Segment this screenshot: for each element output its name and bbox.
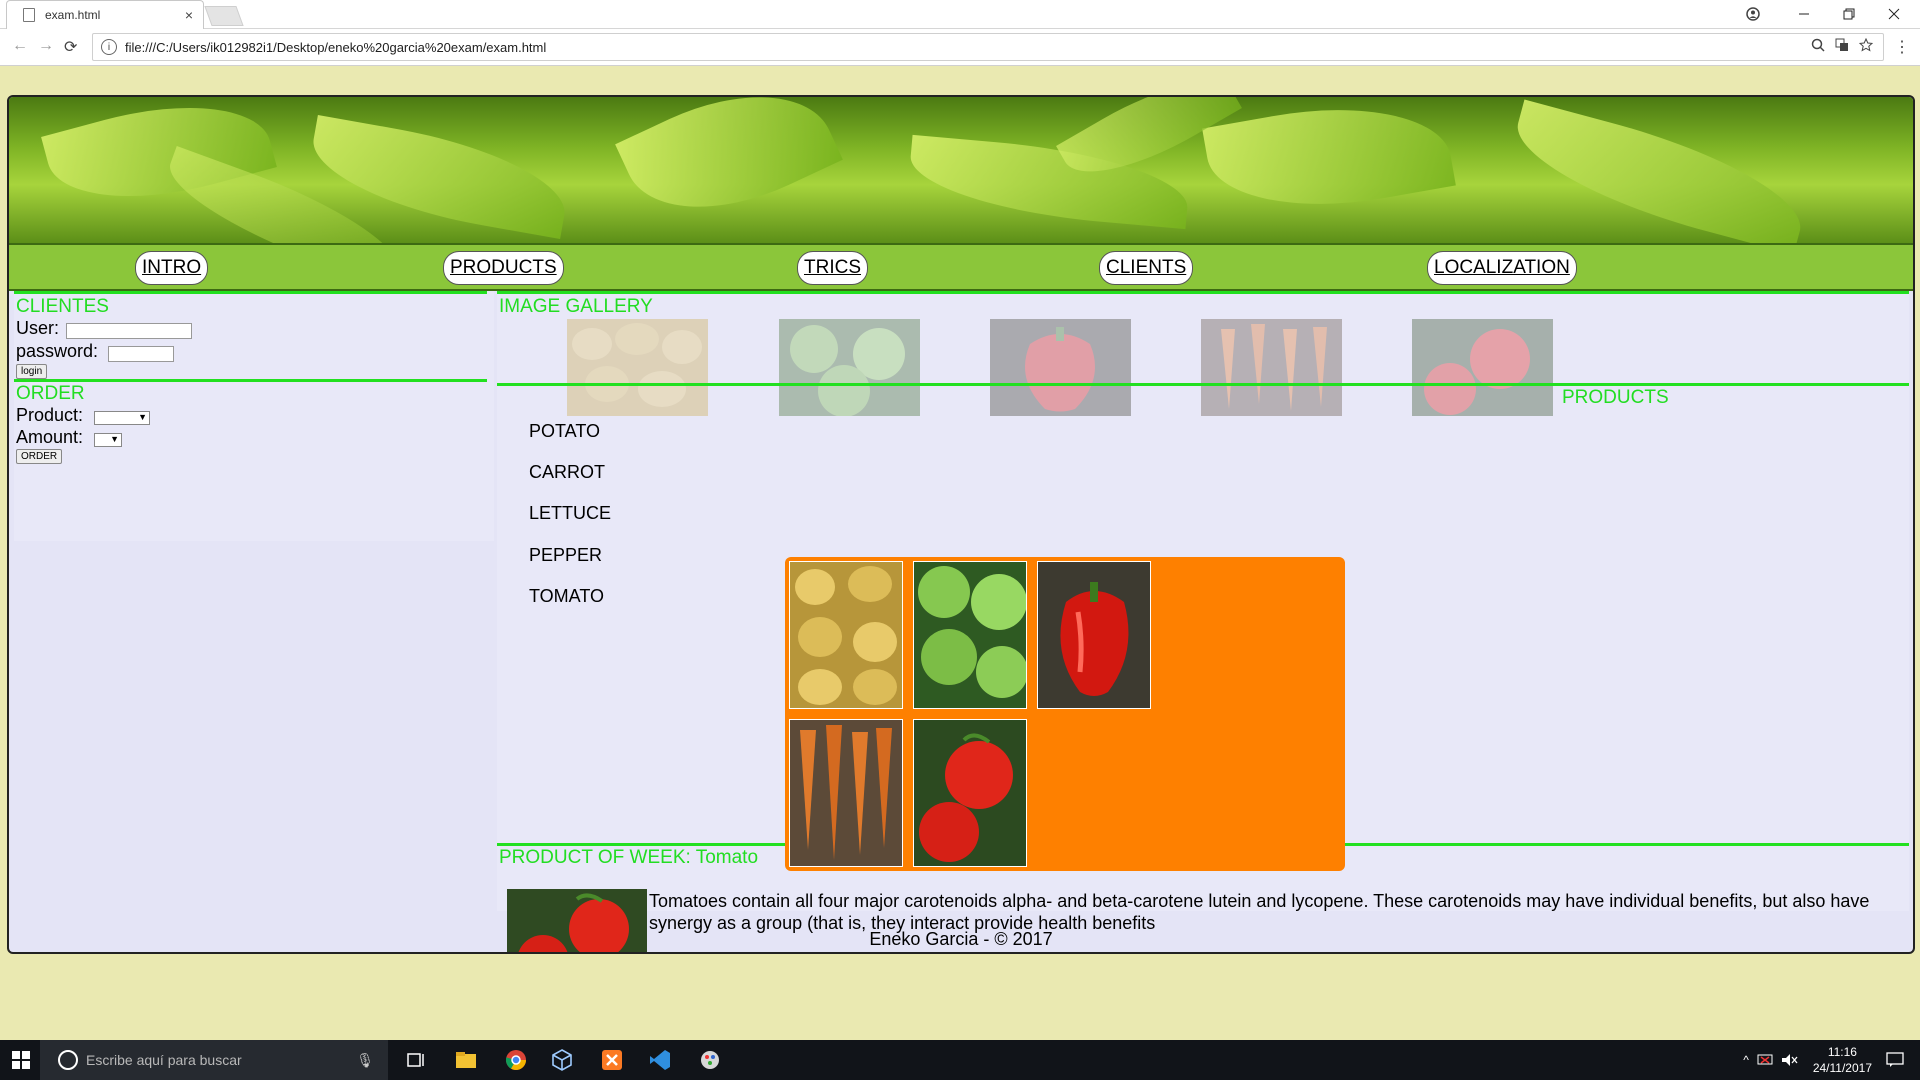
amount-select[interactable]: ▼ (94, 433, 122, 447)
divider (14, 291, 487, 294)
product-description: Tomatoes contain all four major caroteno… (649, 891, 1870, 933)
reload-icon[interactable]: ⟳ (64, 37, 77, 57)
taskbar-clock[interactable]: 11:16 24/11/2017 (1813, 1044, 1872, 1076)
footer-text: Eneko Garcia - © 2017 (869, 929, 1053, 949)
cortana-icon (58, 1050, 78, 1070)
sidebar: CLIENTES User: password: login ORDER Pro… (14, 291, 494, 541)
gallery-potato-image[interactable] (567, 319, 708, 416)
order-heading: ORDER (16, 383, 85, 404)
taskbar-search[interactable]: Escribe aquí para buscar 🎙 (40, 1040, 388, 1080)
divider (497, 383, 1909, 386)
gallery-lettuce-image[interactable] (779, 319, 920, 416)
nav-clients[interactable]: CLIENTS (1099, 251, 1194, 285)
xampp-icon[interactable] (600, 1048, 624, 1072)
translate-icon[interactable] (1835, 38, 1849, 52)
tab-close-icon[interactable]: × (185, 7, 193, 23)
gallery-pepper-image[interactable] (990, 319, 1131, 416)
windows-taskbar: Escribe aquí para buscar 🎙 ^ 11:16 24/11… (0, 1040, 1920, 1080)
chrome-icon[interactable] (504, 1048, 528, 1072)
clientes-heading: CLIENTES (16, 296, 109, 317)
file-explorer-icon[interactable] (454, 1048, 478, 1072)
vscode-icon[interactable] (648, 1048, 672, 1072)
clock-date: 24/11/2017 (1812, 1061, 1872, 1075)
amount-label: Amount: (16, 427, 84, 447)
3d-box-icon[interactable] (550, 1048, 574, 1072)
user-label: User: (16, 318, 60, 338)
gallery-carrot-image[interactable] (1201, 319, 1342, 416)
gallery-heading: IMAGE GALLERY (499, 296, 653, 317)
potato-photo[interactable] (789, 561, 903, 709)
order-button[interactable]: ORDER (16, 449, 63, 464)
window-close-icon[interactable] (1888, 0, 1900, 28)
product-item-carrot[interactable]: CARROT (529, 462, 605, 483)
product-label: Product: (16, 405, 84, 425)
tray-up-arrow-icon[interactable]: ^ (1743, 1053, 1749, 1067)
tab-title: exam.html (45, 8, 101, 22)
search-placeholder: Escribe aquí para buscar (86, 1052, 242, 1068)
products-heading: PRODUCTS (1562, 387, 1669, 408)
page-container: INTRO PRODUCTS TRICS CLIENTS LOCALIZATIO… (7, 95, 1915, 954)
product-item-tomato[interactable]: TOMATO (529, 586, 604, 607)
back-icon[interactable]: ← (12, 37, 28, 55)
browser-tab[interactable]: exam.html × (6, 0, 204, 29)
product-item-lettuce[interactable]: LETTUCE (529, 503, 611, 524)
product-select[interactable]: ▼ (94, 411, 150, 425)
gallery-tomato-image[interactable] (1412, 319, 1553, 416)
browser-tab-bar: exam.html × (0, 0, 1920, 29)
forward-icon[interactable]: → (38, 37, 54, 55)
restore-icon[interactable] (1843, 0, 1855, 28)
url-text: file:///C:/Users/ik012982i1/Desktop/enek… (125, 39, 547, 55)
leaf-banner-image (9, 97, 1913, 243)
url-input[interactable]: i file:///C:/Users/ik012982i1/Desktop/en… (92, 33, 1884, 61)
product-of-week-heading: PRODUCT OF WEEK: Tomato (499, 847, 759, 868)
clock-time: 11:16 (1827, 1045, 1857, 1059)
login-button[interactable]: login (16, 364, 48, 379)
info-icon[interactable]: i (101, 39, 117, 55)
file-icon (23, 8, 35, 22)
new-tab-button[interactable] (204, 6, 244, 26)
carrot-photo[interactable] (789, 719, 903, 867)
pepper-photo[interactable] (1037, 561, 1151, 709)
nav-trics[interactable]: TRICS (797, 251, 868, 285)
nav-intro[interactable]: INTRO (135, 251, 209, 285)
system-tray: ^ 11:16 24/11/2017 (1735, 1040, 1920, 1080)
password-input[interactable] (108, 346, 174, 362)
microphone-icon[interactable]: 🎙 (356, 1052, 374, 1069)
product-item-pepper[interactable]: PEPPER (529, 545, 602, 566)
product-photo-panel (785, 557, 1345, 871)
task-view-icon[interactable] (404, 1048, 428, 1072)
product-item-potato[interactable]: POTATO (529, 421, 600, 442)
bookmark-star-icon[interactable] (1859, 38, 1873, 52)
nav-products[interactable]: PRODUCTS (443, 251, 564, 285)
paint-app-icon[interactable] (698, 1048, 722, 1072)
account-icon[interactable] (1746, 0, 1760, 28)
minimize-icon[interactable] (1798, 0, 1810, 28)
divider (497, 291, 1909, 294)
main-nav: INTRO PRODUCTS TRICS CLIENTS LOCALIZATIO… (9, 243, 1913, 291)
tomato-photo[interactable] (913, 719, 1027, 867)
lettuce-photo[interactable] (913, 561, 1027, 709)
address-bar: ← → ⟳ i file:///C:/Users/ik012982i1/Desk… (0, 29, 1920, 66)
windows-start-icon[interactable] (12, 1051, 30, 1069)
user-input[interactable] (66, 323, 192, 339)
password-label: password: (16, 341, 99, 361)
nav-localization[interactable]: LOCALIZATION (1427, 251, 1577, 285)
network-icon[interactable] (1757, 1053, 1773, 1067)
menu-dots-icon[interactable]: ⋮ (1894, 37, 1910, 57)
volume-muted-icon[interactable] (1781, 1053, 1799, 1067)
main-content: IMAGE GALLERY PRODUCTS POTATO CARROT LET… (497, 291, 1909, 952)
zoom-icon[interactable] (1811, 38, 1825, 52)
notification-icon[interactable] (1886, 1052, 1904, 1068)
divider (14, 379, 487, 382)
